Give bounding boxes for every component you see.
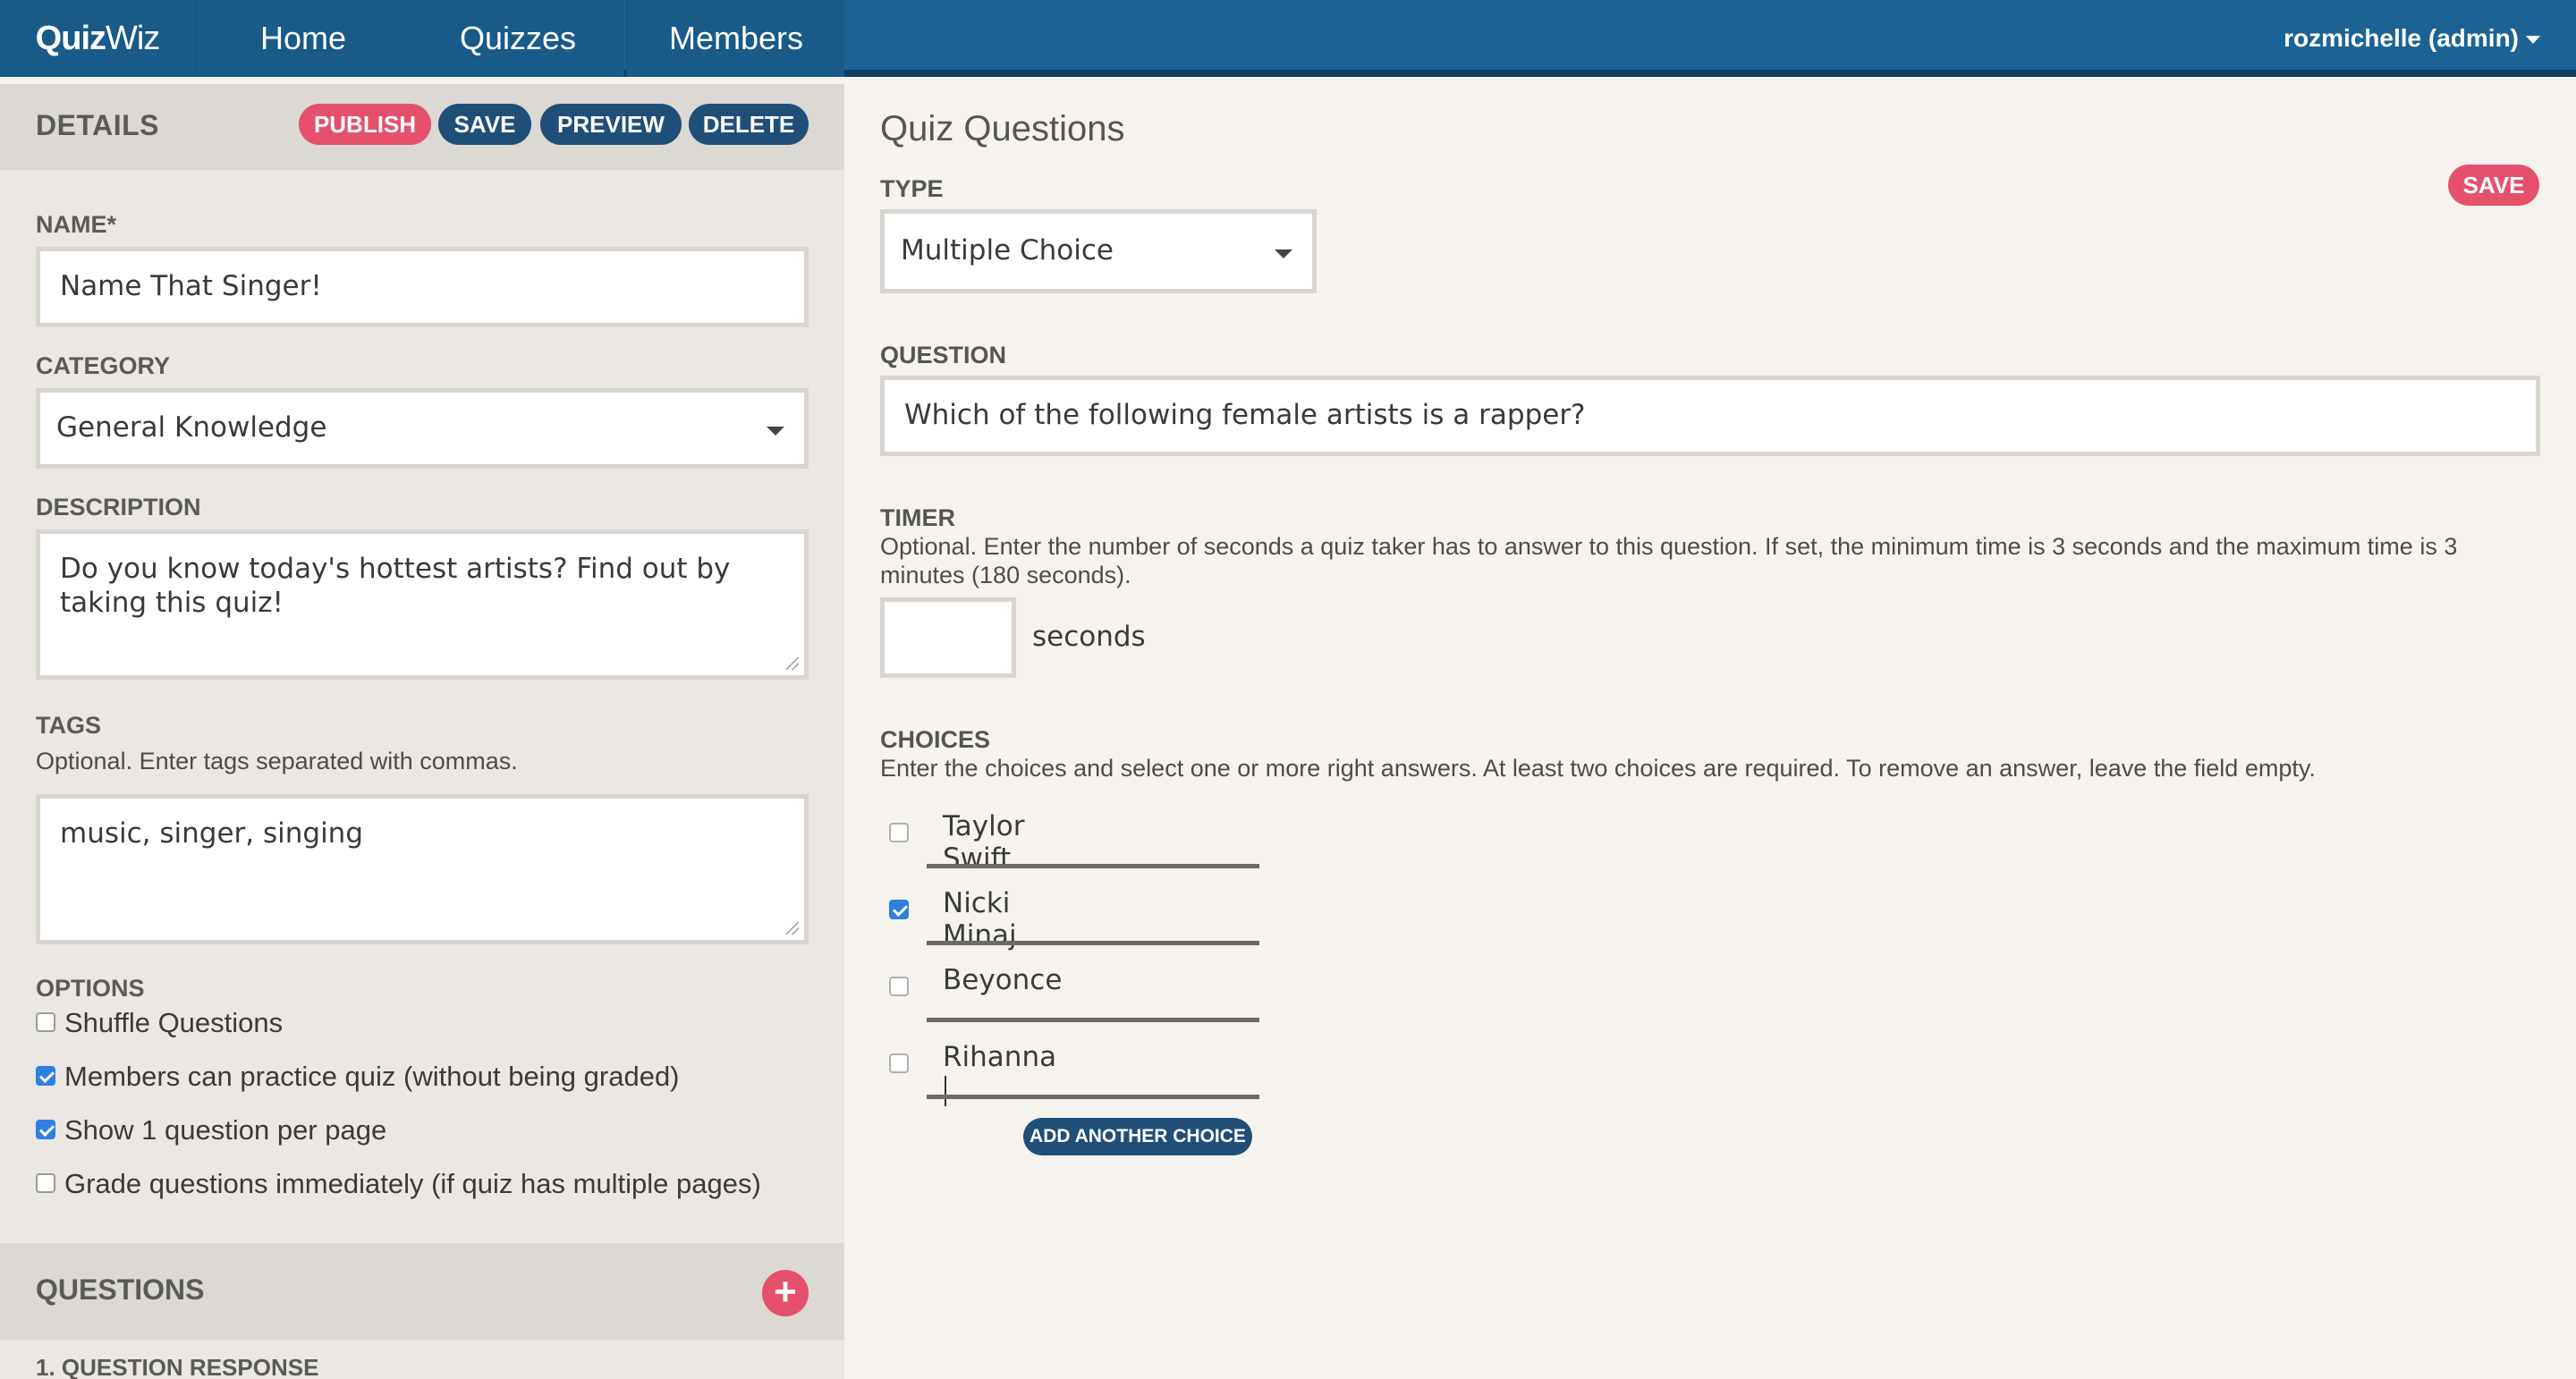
choice-checkbox[interactable] (889, 977, 909, 996)
question-list-item[interactable]: 1. QUESTION RESPONSE (36, 1354, 318, 1379)
option-label: Members can practice quiz (without being… (64, 1061, 680, 1092)
option-shuffle-questions[interactable]: Shuffle Questions (36, 1005, 283, 1041)
name-input-value: Name That Singer! (60, 270, 322, 302)
choices-label: CHOICES (880, 726, 991, 753)
chevron-down-icon (1275, 250, 1292, 258)
chevron-down-icon (767, 427, 784, 436)
publish-button[interactable]: PUBLISH (299, 104, 431, 145)
add-another-choice-button[interactable]: ADD ANOTHER CHOICE (1023, 1118, 1252, 1155)
name-label: NAME* (36, 211, 117, 238)
choices-help-text: Enter the choices and select one or more… (880, 755, 2316, 782)
option-grade-immediately[interactable]: Grade questions immediately (if quiz has… (36, 1166, 761, 1202)
nav-quizzes[interactable]: Quizzes (410, 0, 624, 77)
checkbox[interactable] (36, 1011, 55, 1032)
question-value: Which of the following female artists is… (904, 399, 1586, 431)
nav-members[interactable]: Members (626, 0, 844, 77)
user-name: rozmichelle (admin) (2284, 24, 2519, 52)
option-members-practice[interactable]: Members can practice quiz (without being… (36, 1059, 680, 1095)
details-header: DETAILS PUBLISH SAVE PREVIEW DELETE (0, 84, 844, 170)
type-value: Multiple Choice (901, 234, 1114, 266)
choice-checkbox-checked[interactable] (889, 900, 909, 919)
option-label: Shuffle Questions (64, 1007, 284, 1038)
type-select[interactable]: Multiple Choice (880, 209, 1317, 293)
chevron-down-icon (2526, 36, 2540, 45)
quizwiz-logo[interactable]: QuizWiz (0, 0, 195, 77)
choice-checkbox[interactable] (889, 823, 909, 842)
tags-value: music, singer, singing (60, 817, 364, 850)
category-select[interactable]: General Knowledge (36, 388, 809, 469)
tags-textarea[interactable]: music, singer, singing (36, 794, 809, 944)
description-value: Do you know today's hottest artists? Fin… (60, 553, 731, 619)
questions-header: QUESTIONS + (0, 1243, 844, 1340)
question-label: QUESTION (880, 342, 1007, 368)
logo-text-bold: Quiz (35, 20, 106, 57)
description-textarea[interactable]: Do you know today's hottest artists? Fin… (36, 529, 809, 680)
category-label: CATEGORY (36, 352, 171, 379)
choice-underline (927, 1018, 1259, 1022)
name-input[interactable]: Name That Singer! (36, 247, 809, 327)
choice-input[interactable]: Beyonce (943, 964, 1062, 996)
user-menu[interactable]: rozmichelle (admin) (2284, 0, 2540, 77)
top-navbar: QuizWiz Home Quizzes Members rozmichelle… (0, 0, 2576, 77)
question-input[interactable]: Which of the following female artists is… (880, 376, 2540, 456)
type-label: TYPE (880, 175, 944, 202)
timer-seconds-input[interactable] (880, 597, 1016, 678)
options-label: OPTIONS (36, 975, 145, 1002)
plus-icon: + (774, 1270, 797, 1314)
timer-label: TIMER (880, 504, 955, 531)
choice-text: Rihanna (943, 1041, 1057, 1073)
delete-button[interactable]: DELETE (689, 104, 809, 145)
category-value: General Knowledge (56, 411, 327, 444)
option-label: Grade questions immediately (if quiz has… (64, 1168, 761, 1199)
option-label: Show 1 question per page (64, 1114, 387, 1146)
quiz-questions-panel: Quiz Questions SAVE TYPE Multiple Choice… (844, 84, 2576, 1379)
details-panel: DETAILS PUBLISH SAVE PREVIEW DELETE NAME… (0, 84, 844, 1379)
tags-help-text: Optional. Enter tags separated with comm… (36, 748, 518, 774)
details-title: DETAILS (36, 109, 160, 141)
timer-help-line-2: minutes (180 seconds). (880, 562, 1131, 588)
choice-underline (927, 1095, 1259, 1099)
logo-text-light: Wiz (106, 20, 160, 57)
choice-underline (927, 864, 1259, 868)
save-question-button[interactable]: SAVE (2448, 165, 2539, 206)
quiz-questions-title: Quiz Questions (880, 109, 1125, 148)
nav-home[interactable]: Home (195, 0, 410, 77)
save-button[interactable]: SAVE (438, 104, 531, 145)
text-cursor (945, 1075, 946, 1106)
option-one-question-per-page[interactable]: Show 1 question per page (36, 1113, 386, 1148)
choice-underline (927, 941, 1259, 945)
resize-handle-icon[interactable] (786, 657, 799, 670)
resize-handle-icon[interactable] (786, 922, 799, 935)
tags-label: TAGS (36, 712, 101, 739)
add-question-button[interactable]: + (762, 1270, 809, 1316)
choice-checkbox[interactable] (889, 1053, 909, 1073)
description-label: DESCRIPTION (36, 494, 201, 520)
preview-button[interactable]: PREVIEW (540, 104, 682, 145)
checkbox-checked[interactable] (36, 1065, 55, 1086)
checkbox-checked[interactable] (36, 1119, 55, 1139)
seconds-label: seconds (1032, 621, 1146, 653)
questions-title: QUESTIONS (36, 1273, 205, 1306)
checkbox[interactable] (36, 1172, 55, 1193)
timer-help-line-1: Optional. Enter the number of seconds a … (880, 533, 2458, 560)
